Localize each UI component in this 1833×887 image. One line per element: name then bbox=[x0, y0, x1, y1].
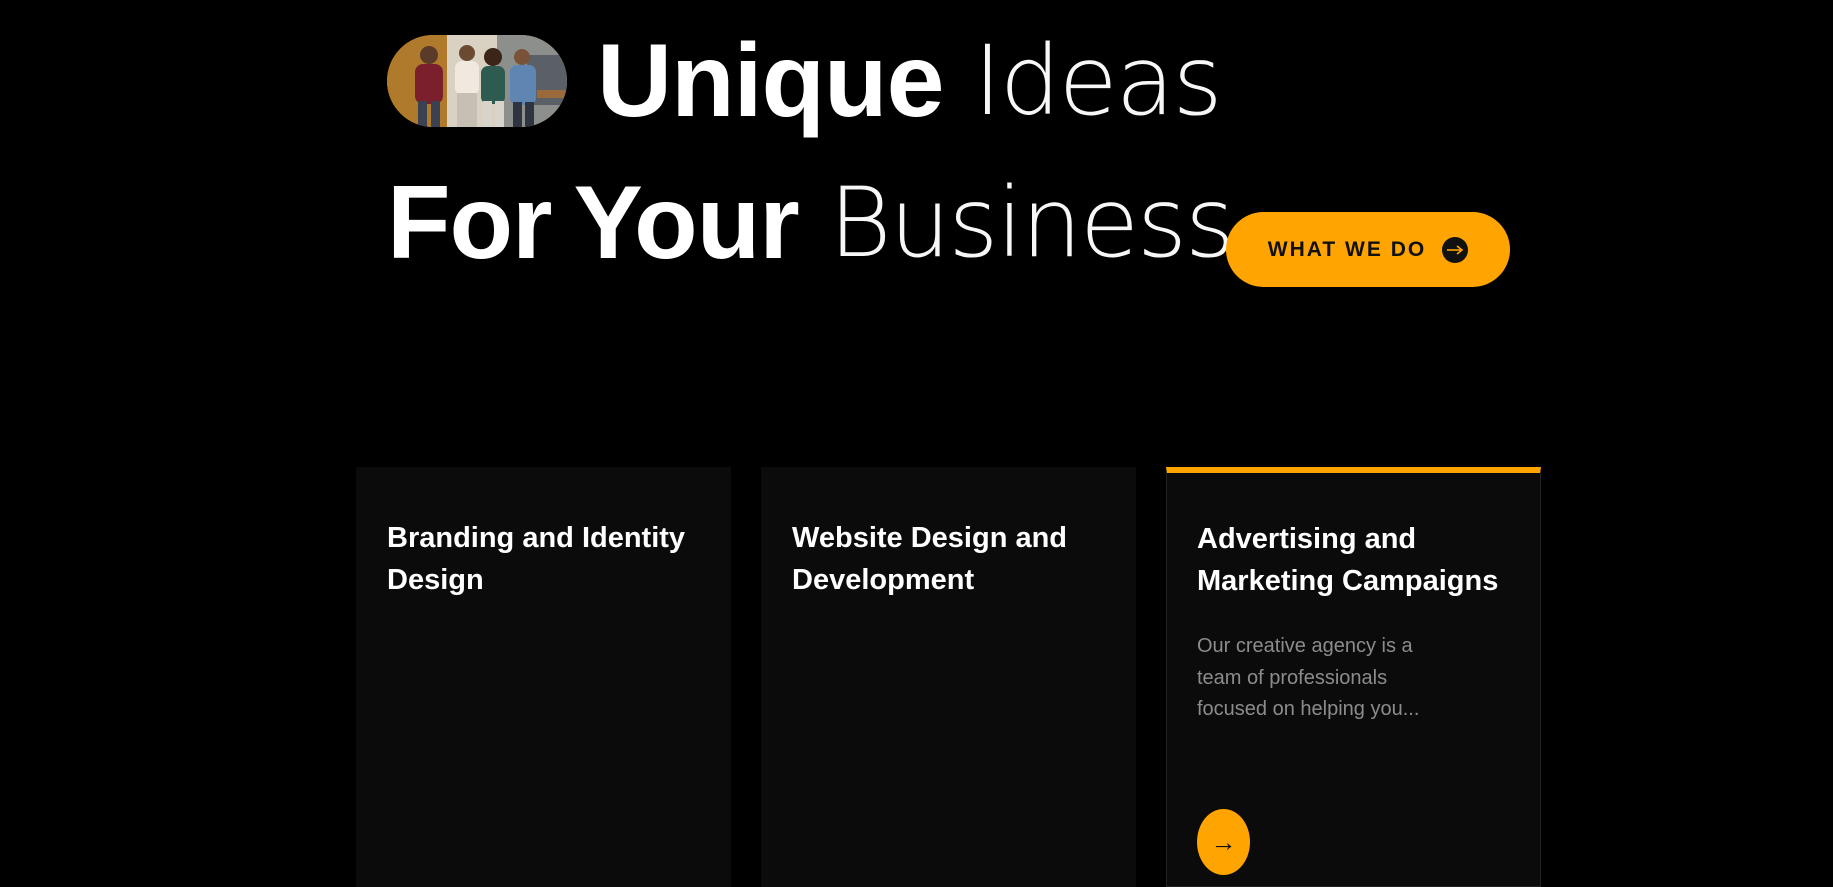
what-we-do-label: WHAT WE DO bbox=[1267, 237, 1427, 261]
service-card-title: Website Design and Development bbox=[792, 522, 1068, 596]
service-card-advertising[interactable]: Advertising and Marketing Campaigns Our … bbox=[1166, 467, 1541, 887]
arrow-right-button[interactable]: → bbox=[1197, 809, 1250, 875]
headline-word-your: Your bbox=[573, 165, 800, 281]
service-card-branding[interactable]: Branding and Identity Design bbox=[356, 467, 731, 887]
service-card-website[interactable]: Website Design and Development bbox=[761, 467, 1136, 887]
headline-word-unique: Unique bbox=[597, 23, 944, 139]
arrow-right-icon bbox=[1442, 236, 1469, 263]
arrow-right-icon: → bbox=[1210, 826, 1237, 857]
hero-headline-line-2: For Your Business bbox=[387, 158, 1235, 288]
team-photo-pill bbox=[387, 35, 567, 127]
headline-word-ideas: Ideas bbox=[973, 25, 1222, 137]
what-we-do-button[interactable]: WHAT WE DO bbox=[1226, 212, 1510, 287]
headline-word-for: For bbox=[387, 165, 553, 281]
service-card-description: Our creative agency is a team of profess… bbox=[1197, 635, 1420, 720]
service-card-title: Advertising and Marketing Campaigns bbox=[1197, 523, 1499, 597]
hero-headline-line-1: Unique Ideas bbox=[387, 16, 1223, 146]
team-photo-image bbox=[387, 35, 567, 127]
service-card-title: Branding and Identity Design bbox=[387, 522, 686, 596]
headline-word-business: Business bbox=[828, 167, 1235, 279]
